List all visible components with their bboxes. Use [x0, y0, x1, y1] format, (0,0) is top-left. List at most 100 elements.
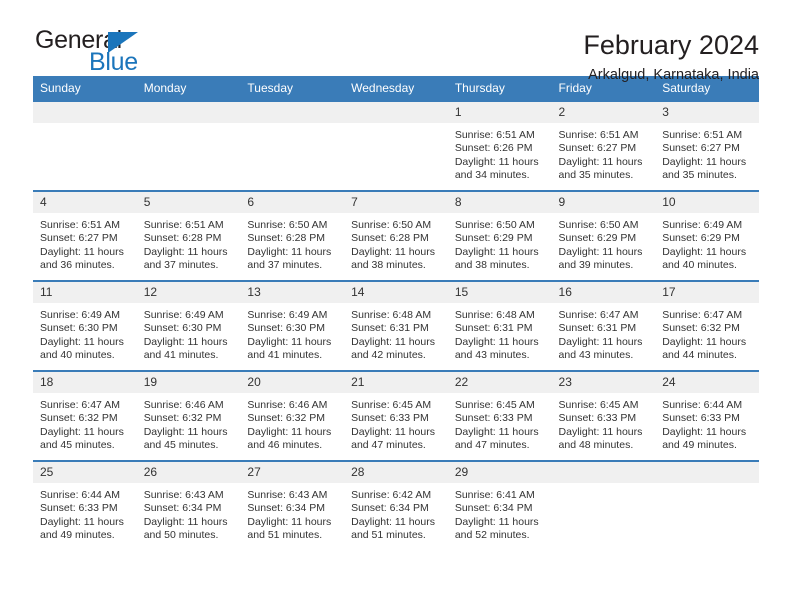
sun-times-info: Sunrise: 6:51 AM Sunset: 6:27 PM Daylight:…: [33, 213, 137, 272]
sunset-time: Sunset: 6:34 PM: [454, 502, 533, 515]
calendar-day-cell: 17 Sunrise: 6:47 AM Sunset: 6:32 PM Dayligh…: [655, 282, 759, 370]
sun-times-info: Sunrise: 6:50 AM Sunset: 6:29 PM Daylight:…: [448, 213, 552, 272]
calendar-day-number: 28: [344, 462, 448, 483]
weekday-header-thursday: Thursday: [447, 76, 552, 101]
daylight-duration-line2: and 45 minutes.: [40, 438, 115, 451]
calendar-day-cell: 9 Sunrise: 6:50 AM Sunset: 6:29 PM Daylight…: [551, 192, 656, 280]
calendar-cell[interactable]: 18 Sunrise: 6:47 AM Sunset: 6:32 PM Dayligh…: [33, 370, 137, 461]
calendar-cell: [240, 100, 345, 191]
calendar-cell-empty: [344, 102, 448, 190]
calendar-cell[interactable]: 28 Sunrise: 6:42 AM Sunset: 6:34 PM Dayligh…: [344, 460, 448, 548]
daylight-duration-line2: and 43 minutes.: [454, 348, 530, 361]
calendar-cell[interactable]: 19 Sunrise: 6:46 AM Sunset: 6:32 PM Dayligh…: [136, 370, 241, 461]
daylight-duration-line2: and 35 minutes.: [662, 168, 737, 181]
calendar-cell[interactable]: 27 Sunrise: 6:43 AM Sunset: 6:34 PM Dayligh…: [240, 460, 345, 548]
calendar-body: 1 Sunrise: 6:51 AM Sunset: 6:26 PM Daylight…: [33, 100, 759, 548]
daylight-duration-line2: and 44 minutes.: [662, 348, 737, 361]
calendar-cell[interactable]: 12 Sunrise: 6:49 AM Sunset: 6:30 PM Dayligh…: [136, 280, 241, 371]
sun-times-info: Sunrise: 6:49 AM Sunset: 6:30 PM Daylight:…: [33, 303, 137, 362]
sun-times-info: Sunrise: 6:46 AM Sunset: 6:32 PM Daylight:…: [240, 393, 344, 452]
calendar-day-cell: 2 Sunrise: 6:51 AM Sunset: 6:27 PM Daylight…: [551, 102, 656, 190]
calendar-day-number: 25: [33, 462, 137, 483]
calendar-cell[interactable]: 25 Sunrise: 6:44 AM Sunset: 6:33 PM Dayligh…: [33, 460, 137, 548]
daylight-duration-line2: and 39 minutes.: [558, 258, 634, 271]
calendar-day-cell: 21 Sunrise: 6:45 AM Sunset: 6:33 PM Dayligh…: [344, 372, 448, 460]
sunset-time: Sunset: 6:30 PM: [247, 322, 326, 335]
sunset-time: Sunset: 6:30 PM: [143, 322, 222, 335]
daylight-duration-line2: and 37 minutes.: [247, 258, 323, 271]
sunrise-time: Sunrise: 6:51 AM: [662, 129, 743, 141]
calendar-day-cell: 10 Sunrise: 6:49 AM Sunset: 6:29 PM Dayligh…: [655, 192, 759, 280]
calendar-cell[interactable]: 21 Sunrise: 6:45 AM Sunset: 6:33 PM Dayligh…: [344, 370, 448, 461]
calendar-cell[interactable]: 10 Sunrise: 6:49 AM Sunset: 6:29 PM Dayligh…: [655, 190, 759, 281]
calendar-cell[interactable]: 13 Sunrise: 6:49 AM Sunset: 6:30 PM Dayligh…: [240, 280, 345, 371]
sunset-time: Sunset: 6:27 PM: [662, 142, 740, 155]
calendar-cell[interactable]: 7 Sunrise: 6:50 AM Sunset: 6:28 PM Daylight…: [344, 190, 448, 281]
calendar-cell[interactable]: 11 Sunrise: 6:49 AM Sunset: 6:30 PM Dayligh…: [33, 280, 137, 371]
calendar-cell[interactable]: 6 Sunrise: 6:50 AM Sunset: 6:28 PM Daylight…: [240, 190, 345, 281]
calendar-cell[interactable]: 3 Sunrise: 6:51 AM Sunset: 6:27 PM Daylight…: [655, 100, 759, 191]
sunrise-time: Sunrise: 6:46 AM: [247, 399, 328, 411]
calendar-day-cell: 20 Sunrise: 6:46 AM Sunset: 6:32 PM Dayligh…: [240, 372, 345, 460]
daylight-duration-line1: Daylight: 11 hours: [247, 335, 332, 348]
calendar-cell[interactable]: 23 Sunrise: 6:45 AM Sunset: 6:33 PM Dayligh…: [551, 370, 656, 461]
daylight-duration-line2: and 52 minutes.: [454, 528, 530, 541]
calendar-day-cell: 26 Sunrise: 6:43 AM Sunset: 6:34 PM Dayligh…: [136, 462, 241, 548]
calendar-day-number: 9: [551, 192, 656, 213]
calendar-cell: [655, 460, 759, 548]
sun-times-info: Sunrise: 6:47 AM Sunset: 6:31 PM Daylight:…: [552, 303, 656, 362]
calendar-day-cell: 23 Sunrise: 6:45 AM Sunset: 6:33 PM Dayligh…: [551, 372, 656, 460]
calendar-cell[interactable]: 4 Sunrise: 6:51 AM Sunset: 6:27 PM Daylight…: [33, 190, 137, 281]
daylight-duration-line2: and 48 minutes.: [558, 438, 634, 451]
daylight-duration-line1: Daylight: 11 hours: [143, 245, 228, 258]
title-block: February 2024 Arkalgud, Karnataka, India: [583, 28, 759, 83]
sunset-time: Sunset: 6:32 PM: [40, 412, 118, 425]
sunset-time: Sunset: 6:32 PM: [247, 412, 326, 425]
daylight-duration-line1: Daylight: 11 hours: [40, 425, 124, 438]
daylight-duration-line2: and 46 minutes.: [247, 438, 323, 451]
calendar-cell[interactable]: 15 Sunrise: 6:48 AM Sunset: 6:31 PM Dayligh…: [447, 280, 552, 371]
calendar-cell[interactable]: 24 Sunrise: 6:44 AM Sunset: 6:33 PM Dayligh…: [655, 370, 759, 461]
calendar-cell[interactable]: 22 Sunrise: 6:45 AM Sunset: 6:33 PM Dayligh…: [447, 370, 552, 461]
daylight-duration-line1: Daylight: 11 hours: [454, 335, 539, 348]
sunset-time: Sunset: 6:34 PM: [351, 502, 429, 515]
daylight-duration-line1: Daylight: 11 hours: [351, 245, 435, 258]
calendar-week-row: 4 Sunrise: 6:51 AM Sunset: 6:27 PM Daylight…: [33, 190, 759, 281]
calendar-cell[interactable]: 5 Sunrise: 6:51 AM Sunset: 6:28 PM Daylight…: [136, 190, 241, 281]
calendar-cell[interactable]: 8 Sunrise: 6:50 AM Sunset: 6:29 PM Daylight…: [447, 190, 552, 281]
sunset-time: Sunset: 6:34 PM: [247, 502, 326, 515]
calendar-cell[interactable]: 14 Sunrise: 6:48 AM Sunset: 6:31 PM Dayligh…: [344, 280, 448, 371]
calendar-cell[interactable]: 26 Sunrise: 6:43 AM Sunset: 6:34 PM Dayligh…: [136, 460, 241, 548]
calendar-cell[interactable]: 29 Sunrise: 6:41 AM Sunset: 6:34 PM Dayligh…: [447, 460, 552, 548]
daylight-duration-line1: Daylight: 11 hours: [454, 245, 539, 258]
sunrise-time: Sunrise: 6:46 AM: [143, 399, 224, 411]
sunset-time: Sunset: 6:31 PM: [351, 322, 429, 335]
calendar-cell[interactable]: 20 Sunrise: 6:46 AM Sunset: 6:32 PM Dayligh…: [240, 370, 345, 461]
calendar-cell[interactable]: 1 Sunrise: 6:51 AM Sunset: 6:26 PM Daylight…: [447, 100, 552, 191]
sunrise-time: Sunrise: 6:44 AM: [40, 489, 120, 501]
weekday-header-wednesday: Wednesday: [344, 76, 448, 101]
daylight-duration-line2: and 43 minutes.: [558, 348, 634, 361]
sunrise-time: Sunrise: 6:45 AM: [558, 399, 639, 411]
sunset-time: Sunset: 6:29 PM: [558, 232, 637, 245]
daylight-duration-line1: Daylight: 11 hours: [662, 245, 747, 258]
sunrise-time: Sunrise: 6:51 AM: [143, 219, 224, 231]
sunset-time: Sunset: 6:28 PM: [247, 232, 326, 245]
calendar-day-number: [655, 462, 759, 483]
daylight-duration-line1: Daylight: 11 hours: [40, 335, 124, 348]
calendar-cell[interactable]: 17 Sunrise: 6:47 AM Sunset: 6:32 PM Dayligh…: [655, 280, 759, 371]
sunrise-time: Sunrise: 6:47 AM: [40, 399, 120, 411]
sunrise-time: Sunrise: 6:50 AM: [247, 219, 328, 231]
calendar-day-number: 2: [551, 102, 656, 123]
daylight-duration-line2: and 35 minutes.: [558, 168, 634, 181]
sun-times-info: Sunrise: 6:44 AM Sunset: 6:33 PM Daylight:…: [33, 483, 137, 542]
sun-times-info: Sunrise: 6:49 AM Sunset: 6:30 PM Daylight:…: [240, 303, 344, 362]
sunset-time: Sunset: 6:31 PM: [454, 322, 533, 335]
calendar-day-number: 23: [551, 372, 656, 393]
calendar-cell[interactable]: 9 Sunrise: 6:50 AM Sunset: 6:29 PM Daylight…: [551, 190, 656, 281]
calendar-cell[interactable]: 16 Sunrise: 6:47 AM Sunset: 6:31 PM Dayligh…: [551, 280, 656, 371]
daylight-duration-line1: Daylight: 11 hours: [558, 155, 643, 168]
calendar-day-number: 18: [33, 372, 137, 393]
calendar-cell[interactable]: 2 Sunrise: 6:51 AM Sunset: 6:27 PM Daylight…: [551, 100, 656, 191]
calendar-day-cell: 1 Sunrise: 6:51 AM Sunset: 6:26 PM Daylight…: [447, 102, 552, 190]
